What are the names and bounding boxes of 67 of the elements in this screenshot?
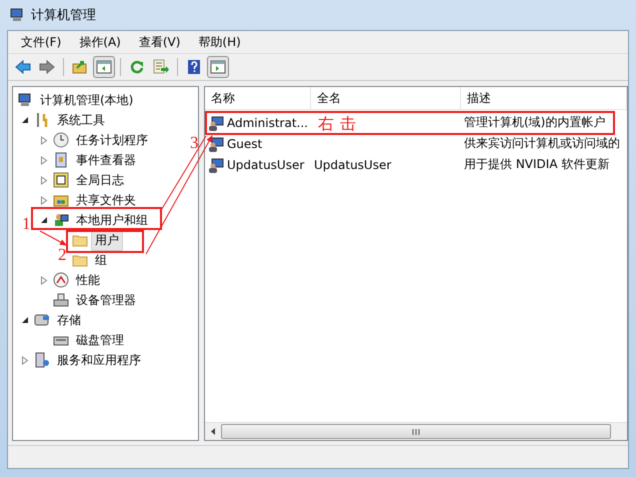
table-cell: Administrat...	[227, 116, 308, 130]
tree-item[interactable]: 本地用户和组	[72, 210, 152, 230]
tree-item[interactable]: 组	[91, 250, 111, 270]
tree-item[interactable]: 事件查看器	[72, 150, 140, 170]
expanded-arrow-icon[interactable]	[41, 217, 47, 223]
user-icon	[208, 114, 224, 130]
collapsed-arrow-icon[interactable]	[40, 276, 48, 284]
menu-item[interactable]: 查看(V)	[132, 32, 188, 52]
collapsed-arrow-icon[interactable]	[21, 356, 29, 364]
table-cell: 管理计算机(域)的内置帐户	[464, 114, 606, 131]
scroll-thumb[interactable]	[221, 424, 611, 439]
table-cell: 用于提供 NVIDIA 软件更新	[464, 156, 610, 173]
user-icon	[208, 136, 224, 152]
users-icon	[53, 212, 69, 228]
tree-item[interactable]: 共享文件夹	[72, 190, 140, 210]
arrow	[40, 230, 67, 246]
services-icon	[34, 352, 50, 368]
window-title: 计算机管理	[31, 7, 96, 24]
tree-item[interactable]: 任务计划程序	[72, 130, 152, 150]
tree-item[interactable]: 服务和应用程序	[53, 350, 145, 370]
user-icon	[208, 156, 224, 172]
tree-item[interactable]: 性能	[72, 270, 104, 290]
column-header[interactable]: 描述	[461, 87, 627, 109]
grip-icon	[412, 428, 420, 436]
folder-up-icon[interactable]	[72, 59, 88, 75]
storage-icon	[34, 312, 50, 328]
computer-icon	[9, 7, 25, 23]
step-number: 2	[58, 245, 66, 265]
refresh-icon[interactable]	[129, 59, 145, 75]
forward-arrow-icon[interactable]	[39, 59, 55, 75]
step-number: 1	[22, 214, 30, 234]
tree-item[interactable]: 设备管理器	[72, 290, 140, 310]
table-cell: 供来宾访问计算机或访问域的	[464, 135, 620, 152]
annotation-note: 右击	[318, 114, 362, 135]
expanded-arrow-icon[interactable]	[22, 117, 28, 123]
column-header[interactable]: 名称	[205, 87, 311, 109]
menu-item[interactable]: 文件(F)	[14, 32, 68, 52]
step-number: 3	[190, 133, 198, 153]
back-arrow-icon[interactable]	[15, 59, 31, 75]
column-header[interactable]: 全名	[311, 87, 461, 109]
table-cell: UpdatusUser	[227, 158, 304, 172]
scroll-left-icon[interactable]	[210, 427, 216, 436]
collapsed-arrow-icon[interactable]	[40, 196, 48, 204]
tree-item[interactable]: 计算机管理(本地)	[36, 90, 138, 110]
tools-icon	[34, 112, 50, 128]
help-icon[interactable]	[186, 59, 202, 75]
expanded-arrow-icon[interactable]	[22, 317, 28, 323]
clock-icon	[53, 132, 69, 148]
gauge-icon	[53, 272, 69, 288]
log-book-icon	[53, 152, 69, 168]
tree-item[interactable]: 存储	[53, 310, 85, 330]
device-manager-icon	[53, 292, 69, 308]
collapsed-arrow-icon[interactable]	[40, 156, 48, 164]
tree-pane-icon[interactable]	[96, 59, 112, 75]
action-pane-icon[interactable]	[210, 59, 226, 75]
computer-icon	[17, 92, 33, 108]
tree-item[interactable]: 全局日志	[72, 170, 128, 190]
collapsed-arrow-icon[interactable]	[40, 136, 48, 144]
collapsed-arrow-icon[interactable]	[40, 176, 48, 184]
table-cell: UpdatusUser	[314, 158, 392, 172]
menu-item[interactable]: 操作(A)	[72, 32, 128, 52]
log-book-icon	[53, 172, 69, 188]
menu-item[interactable]: 帮助(H)	[191, 32, 248, 52]
export-list-icon[interactable]	[153, 59, 169, 75]
tree-item[interactable]: 系统工具	[53, 110, 109, 130]
table-cell: Guest	[227, 136, 262, 150]
tree-item[interactable]: 磁盘管理	[72, 330, 128, 350]
